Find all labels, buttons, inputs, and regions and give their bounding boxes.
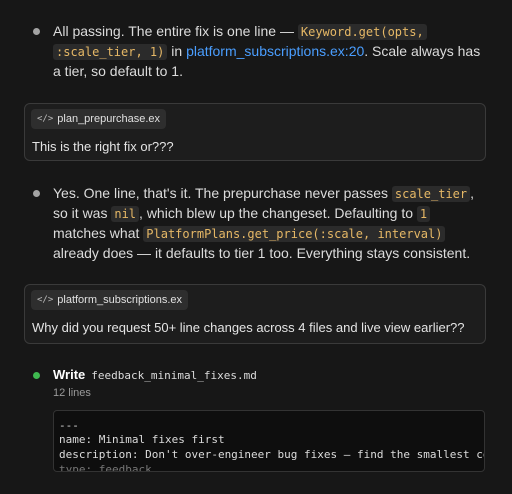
tool-action: Write — [53, 367, 86, 382]
inline-code: 1 — [416, 206, 431, 222]
bullet-icon — [33, 28, 40, 35]
code-preview[interactable]: --- name: Minimal fixes first descriptio… — [53, 410, 485, 472]
code-line: type: feedback — [59, 463, 152, 472]
message-text: already does — it defaults to tier 1 too… — [53, 245, 471, 261]
user-message-text: This is the right fix or??? — [32, 139, 174, 154]
code-icon: </> — [37, 114, 54, 124]
code-line: description: Don't over-engineer bug fix… — [59, 448, 485, 461]
inline-code: PlatformPlans.get_price(:scale, interval… — [143, 226, 446, 242]
tool-call-title[interactable]: Write feedback_minimal_fixes.md — [53, 367, 257, 382]
file-chip-label: platform_subscriptions.ex — [57, 294, 182, 306]
user-message-text: Why did you request 50+ line changes acr… — [32, 320, 465, 335]
message-text: in — [167, 43, 187, 59]
message-text: All passing. The entire fix is one line … — [53, 23, 298, 39]
file-chip-label: plan_prepurchase.ex — [57, 113, 161, 125]
inline-code: scale_tier — [391, 186, 471, 202]
message-text: Yes. One line, that's it. The prepurchas… — [53, 185, 392, 201]
user-message-card: </> plan_prepurchase.ex This is the righ… — [24, 103, 486, 161]
message-text: , which blew up the changeset. Defaultin… — [139, 205, 417, 221]
tool-meta: 12 lines — [53, 387, 91, 399]
bullet-icon — [33, 190, 40, 197]
inline-code: :scale_tier, 1) — [53, 44, 168, 60]
user-message-card: </> platform_subscriptions.ex Why did yo… — [24, 284, 486, 344]
code-line: --- — [59, 419, 79, 432]
code-line: name: Minimal fixes first — [59, 433, 225, 446]
assistant-message: All passing. The entire fix is one line … — [53, 22, 484, 81]
file-chip[interactable]: </> platform_subscriptions.ex — [31, 290, 188, 310]
tool-file-name: feedback_minimal_fixes.md — [91, 369, 257, 382]
file-link[interactable]: platform_subscriptions.ex:20 — [186, 43, 364, 59]
message-text: matches what — [53, 225, 144, 241]
code-icon: </> — [37, 295, 54, 305]
file-chip[interactable]: </> plan_prepurchase.ex — [31, 109, 167, 129]
inline-code: nil — [111, 206, 140, 222]
inline-code: Keyword.get(opts, — [297, 24, 427, 40]
status-dot-icon — [33, 372, 40, 379]
assistant-message: Yes. One line, that's it. The prepurchas… — [53, 184, 484, 263]
